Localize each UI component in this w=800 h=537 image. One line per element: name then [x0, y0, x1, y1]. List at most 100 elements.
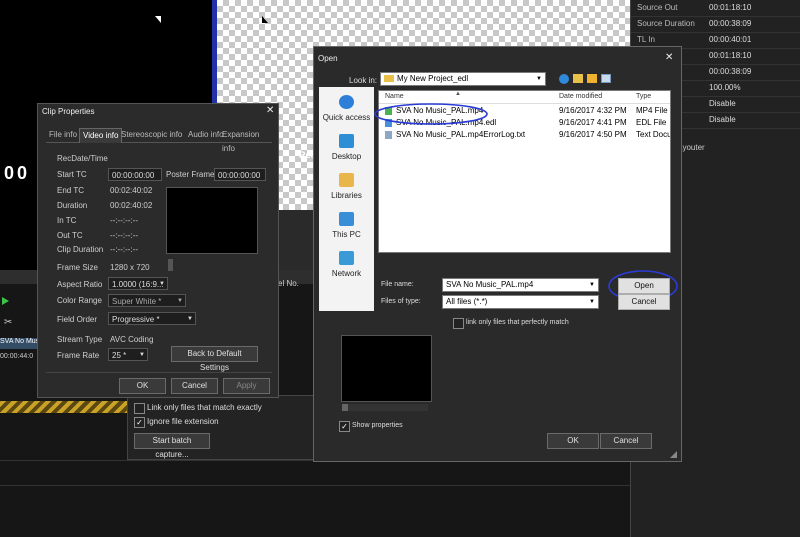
property-value[interactable]: Disable: [709, 115, 736, 124]
link-only-checkbox[interactable]: [453, 318, 464, 329]
star-icon: [339, 95, 354, 109]
poster-thumbnail: [166, 187, 258, 254]
place-this-pc[interactable]: This PC: [319, 210, 374, 246]
chevron-down-icon: ▼: [159, 281, 165, 287]
property-value[interactable]: 00:00:38:09: [709, 67, 751, 76]
close-icon[interactable]: ✕: [665, 52, 673, 63]
stream-type-value: AVC Coding: [110, 335, 154, 344]
clip-properties-title: Clip Properties: [42, 107, 95, 116]
poster-frame-field[interactable]: 00:00:00:00: [214, 168, 266, 181]
cancel-button[interactable]: Cancel: [600, 433, 652, 449]
scroll-handle[interactable]: [168, 259, 173, 271]
place-desktop[interactable]: Desktop: [319, 132, 374, 168]
timeline-timecode: 00:00:44:0: [0, 353, 34, 360]
file-date: 9/16/2017 4:50 PM: [559, 130, 627, 139]
open-dialog: Open ✕ Look in: My New Project_edl ▼ Qui…: [313, 46, 682, 462]
tab-strip: File info Video info Stereoscopic info Audi…: [46, 128, 272, 153]
property-value[interactable]: 100.00%: [709, 83, 741, 92]
cancel-button[interactable]: Cancel: [618, 294, 670, 310]
show-properties-checkbox[interactable]: ✓: [339, 421, 350, 432]
file-name: SVA No Music_PAL.mp4ErrorLog.txt: [396, 130, 526, 139]
color-range-select[interactable]: Super White * ▼: [108, 294, 186, 307]
stream-type-label: Stream Type: [57, 335, 103, 344]
tab-file-info[interactable]: File info: [46, 128, 80, 142]
desktop-icon: [339, 134, 354, 148]
link-only-checkbox[interactable]: [134, 403, 145, 414]
scissors-icon[interactable]: ✂: [4, 317, 12, 328]
link-only-label: Link only files that match exactly: [147, 403, 262, 412]
date-column-header[interactable]: Date modified: [559, 93, 602, 100]
file-date: 9/16/2017 4:32 PM: [559, 106, 627, 115]
clip-duration-label: Clip Duration: [57, 245, 104, 254]
end-tc-value: 00:02:40:02: [110, 186, 153, 195]
ok-button[interactable]: OK: [547, 433, 599, 449]
duration-label: Duration: [57, 201, 88, 210]
file-type: Text Docu: [636, 130, 670, 139]
scroll-thumb[interactable]: [342, 404, 348, 411]
close-icon[interactable]: ✕: [266, 105, 274, 116]
file-name-label: File name:: [381, 281, 414, 288]
sort-up-icon: ▲: [455, 91, 461, 97]
type-column-header[interactable]: Type: [636, 93, 651, 100]
start-batch-capture-button[interactable]: Start batch capture...: [134, 433, 210, 459]
clip-properties-dialog: Clip Properties ✕ File info Video info Ste…: [37, 103, 279, 398]
frame-rate-label: Frame Rate: [57, 351, 100, 360]
up-folder-icon[interactable]: [573, 74, 583, 83]
clip-duration-value: --:--:--:--: [110, 245, 138, 254]
preview-thumbnail: [341, 335, 432, 402]
duration-value: 00:02:40:02: [110, 201, 153, 210]
preview-scrollbar[interactable]: [342, 404, 428, 411]
name-column-header[interactable]: Name: [385, 93, 404, 100]
field-order-select[interactable]: Progressive * ▼: [108, 312, 196, 325]
file-name-value: SVA No Music_PAL.mp4: [446, 280, 534, 289]
property-value[interactable]: 00:01:18:10: [709, 3, 751, 12]
tab-expansion-info[interactable]: Expansion info: [219, 128, 272, 153]
chevron-down-icon: ▼: [187, 316, 193, 322]
chevron-down-icon: ▼: [589, 299, 595, 305]
property-value[interactable]: Disable: [709, 99, 736, 108]
look-in-label: Look in:: [349, 76, 378, 85]
property-label: Source Out: [637, 3, 678, 12]
property-value[interactable]: 00:01:18:10: [709, 51, 751, 60]
new-folder-icon[interactable]: [587, 74, 597, 83]
ignore-ext-checkbox[interactable]: ✓: [134, 417, 145, 428]
frame-rate-value: 25 *: [112, 351, 127, 360]
panel-label: ayouter: [678, 143, 705, 152]
aspect-ratio-value: 1.0000 (16:9...: [112, 280, 164, 289]
start-tc-field[interactable]: 00:00:00:00: [108, 168, 162, 181]
back-icon[interactable]: [559, 74, 569, 84]
tab-stereoscopic-info[interactable]: Stereoscopic info: [118, 128, 185, 142]
file-date: 9/16/2017 4:41 PM: [559, 118, 627, 127]
place-quick-access[interactable]: Quick access: [319, 93, 374, 129]
property-label: Source Duration: [637, 19, 695, 28]
view-menu-icon[interactable]: [601, 74, 611, 83]
back-to-default-button[interactable]: Back to Default Settings: [171, 346, 258, 372]
property-value[interactable]: 00:00:38:09: [709, 19, 751, 28]
tab-video-info[interactable]: Video info: [79, 128, 123, 143]
play-icon[interactable]: [2, 297, 9, 305]
chevron-down-icon: ▼: [536, 76, 542, 82]
file-row[interactable]: SVA No Music_PAL.mp4ErrorLog.txt 9/16/201…: [379, 129, 670, 141]
file-type-select[interactable]: All files (*.*) ▼: [442, 295, 599, 309]
property-value[interactable]: 00:00:40:01: [709, 35, 751, 44]
ok-button[interactable]: OK: [119, 378, 166, 394]
look-in-select[interactable]: My New Project_edl ▼: [380, 72, 546, 86]
end-tc-label: End TC: [57, 186, 84, 195]
cancel-button[interactable]: Cancel: [171, 378, 218, 394]
frame-rate-select[interactable]: 25 * ▼: [108, 348, 148, 361]
libraries-icon: [339, 173, 354, 187]
file-name-input[interactable]: SVA No Music_PAL.mp4 ▼: [442, 278, 599, 292]
resize-grip-icon[interactable]: [670, 451, 677, 458]
marker-icon: [155, 16, 161, 23]
place-network[interactable]: Network: [319, 249, 374, 285]
frame-size-value: 1280 x 720: [110, 263, 150, 272]
aspect-ratio-select[interactable]: 1.0000 (16:9... ▼: [108, 277, 168, 290]
look-in-value: My New Project_edl: [397, 74, 469, 83]
chevron-down-icon: ▼: [589, 282, 595, 288]
poster-frame-label: Poster Frame: [166, 170, 215, 179]
apply-button[interactable]: Apply: [223, 378, 270, 394]
places-bar: Quick access Desktop Libraries This PC Netwo…: [319, 87, 374, 311]
place-libraries[interactable]: Libraries: [319, 171, 374, 207]
color-range-value: Super White *: [112, 297, 162, 306]
track-line: [0, 485, 630, 486]
